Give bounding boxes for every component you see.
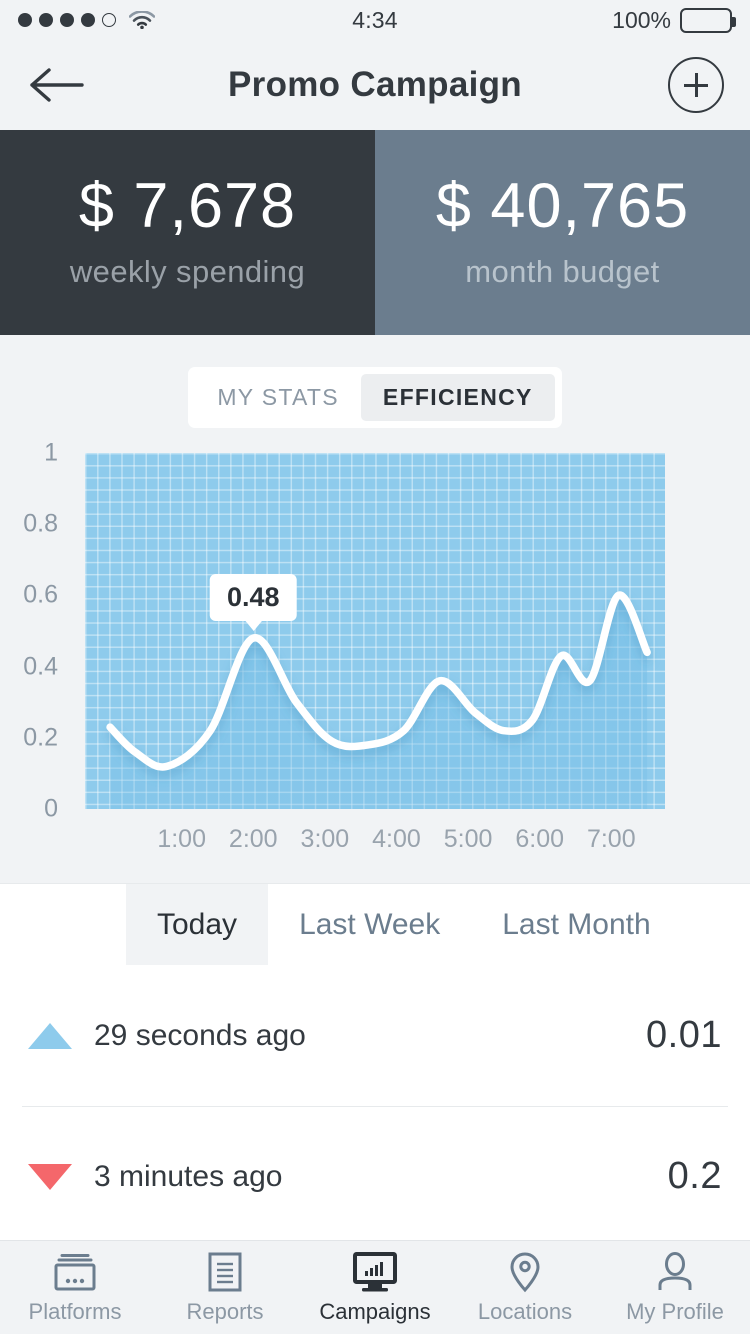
chart-y-axis: 0 0.2 0.4 0.6 0.8 1 (0, 439, 70, 823)
list-item-value: 0.2 (667, 1155, 722, 1197)
card-value: $ 7,678 (78, 171, 297, 241)
user-icon (655, 1251, 695, 1293)
x-axis-tick: 7:00 (586, 825, 636, 853)
tabbar-label: Reports (186, 1298, 264, 1324)
tab-today[interactable]: Today (126, 884, 269, 965)
back-button[interactable] (26, 63, 86, 107)
card-value: $ 40,765 (435, 171, 690, 241)
location-pin-icon (508, 1251, 542, 1293)
efficiency-chart: 0 0.2 0.4 0.6 0.8 1 0.48 1:00 2:00 3:00 4:00 5:00… (0, 439, 750, 883)
y-axis-tick: 0.4 (23, 652, 58, 681)
chart-x-axis: 1:00 2:00 3:00 4:00 5:00 6:00 7:00 (85, 825, 665, 865)
chart-panel: MY STATS EFFICIENCY 0 0.2 0.4 0.6 0.8 1 (0, 335, 750, 883)
tabbar-label: Campaigns (319, 1298, 431, 1324)
card-label: weekly spending (69, 254, 306, 289)
status-bar: 4:34 100% (0, 0, 750, 40)
x-axis-tick: 2:00 (228, 825, 278, 853)
page-title: Promo Campaign (228, 65, 522, 104)
list-item-label: 29 seconds ago (94, 1018, 306, 1052)
y-axis-tick: 0 (44, 794, 58, 823)
triangle-up-icon (28, 1022, 72, 1049)
summary-cards: $ 7,678 weekly spending $ 40,765 month b… (0, 130, 750, 335)
activity-list: 29 seconds ago 0.01 3 minutes ago 0.2 (0, 965, 750, 1247)
card-weekly-spending[interactable]: $ 7,678 weekly spending (0, 130, 375, 335)
bottom-tab-bar: Platforms Reports Campaigns Locations My… (0, 1240, 750, 1334)
tab-last-week[interactable]: Last Week (268, 884, 471, 965)
x-axis-tick: 6:00 (515, 825, 565, 853)
x-axis-tick: 5:00 (443, 825, 493, 853)
tabbar-item-platforms[interactable]: Platforms (0, 1251, 150, 1325)
x-axis-tick: 3:00 (300, 825, 350, 853)
segmented-control: MY STATS EFFICIENCY (188, 367, 562, 428)
segmented-control-wrap: MY STATS EFFICIENCY (0, 367, 750, 428)
tabbar-item-my-profile[interactable]: My Profile (600, 1251, 750, 1325)
navigation-bar: Promo Campaign (0, 40, 750, 130)
campaigns-icon (350, 1251, 400, 1293)
y-axis-tick: 0.2 (23, 723, 58, 752)
tabbar-item-reports[interactable]: Reports (150, 1251, 300, 1325)
battery-icon (680, 7, 736, 33)
list-item[interactable]: 29 seconds ago 0.01 (0, 965, 750, 1106)
y-axis-tick: 0.8 (23, 509, 58, 538)
chart-tooltip: 0.48 (209, 574, 297, 632)
y-axis-tick: 1 (44, 438, 58, 467)
chart-plot-area[interactable] (85, 453, 665, 809)
platforms-icon (51, 1251, 99, 1293)
x-axis-tick: 4:00 (372, 825, 421, 853)
add-button[interactable] (668, 57, 724, 113)
x-axis-tick: 1:00 (157, 825, 206, 853)
segment-my-stats[interactable]: MY STATS (195, 374, 361, 421)
tabbar-label: Platforms (28, 1298, 122, 1324)
card-label: month budget (465, 254, 660, 289)
list-item-label: 3 minutes ago (94, 1159, 283, 1193)
tabbar-item-locations[interactable]: Locations (450, 1251, 600, 1325)
y-axis-tick: 0.6 (23, 580, 58, 609)
chart-curve (106, 591, 651, 809)
tab-last-month[interactable]: Last Month (471, 884, 681, 965)
reports-icon (205, 1251, 245, 1293)
triangle-down-icon (28, 1163, 72, 1190)
period-tabs: Today Last Week Last Month (0, 883, 750, 965)
segment-efficiency[interactable]: EFFICIENCY (360, 374, 555, 421)
tabbar-label: Locations (477, 1298, 573, 1324)
card-month-budget[interactable]: $ 40,765 month budget (375, 130, 750, 335)
list-item-value: 0.01 (646, 1014, 722, 1056)
tabbar-label: My Profile (626, 1298, 724, 1324)
tabbar-item-campaigns[interactable]: Campaigns (300, 1251, 450, 1325)
status-time: 4:34 (352, 6, 398, 33)
list-item[interactable]: 3 minutes ago 0.2 (0, 1106, 750, 1247)
